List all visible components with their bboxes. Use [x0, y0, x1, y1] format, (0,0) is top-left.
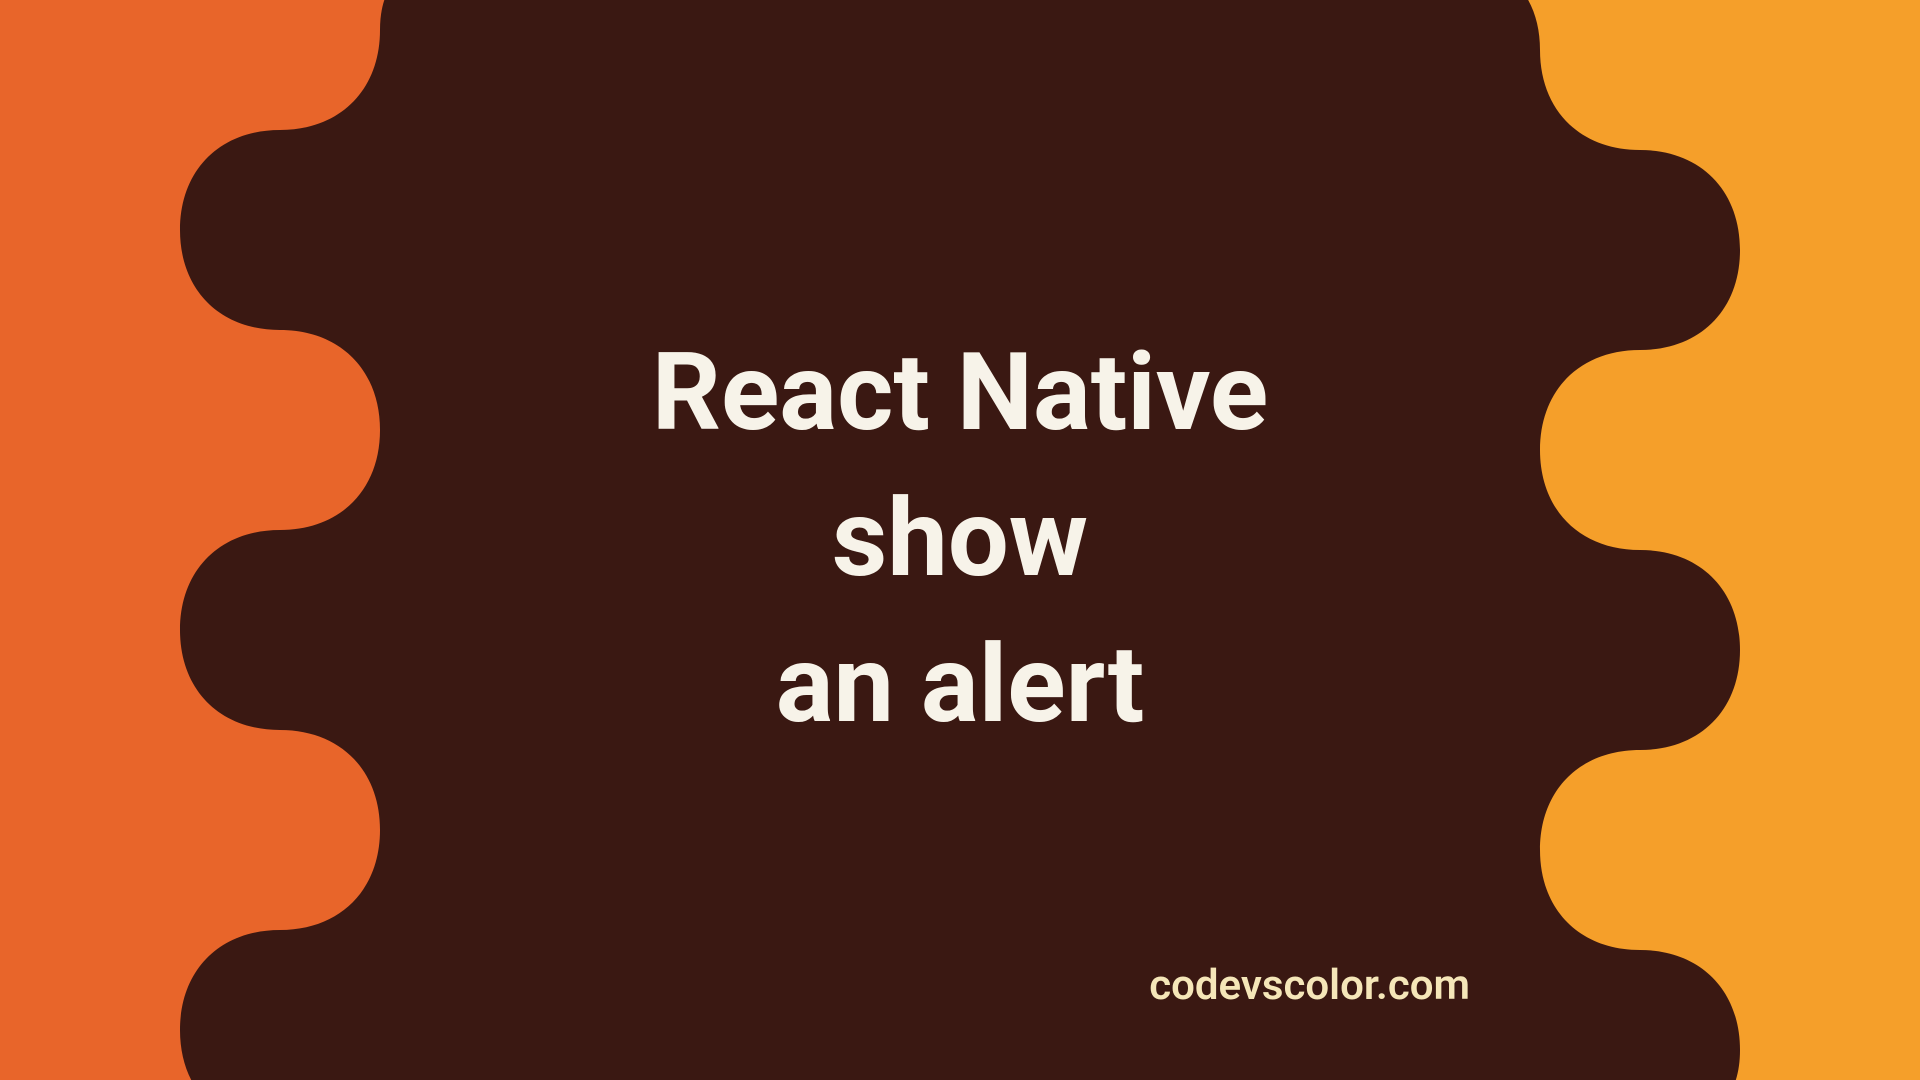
- title-line-3: an alert: [776, 613, 1145, 759]
- attribution-text: codevscolor.com: [1149, 961, 1470, 1010]
- title-line-2: show: [832, 467, 1088, 613]
- title-content: React Native show an alert: [0, 0, 1920, 1080]
- title-line-1: React Native: [652, 321, 1268, 467]
